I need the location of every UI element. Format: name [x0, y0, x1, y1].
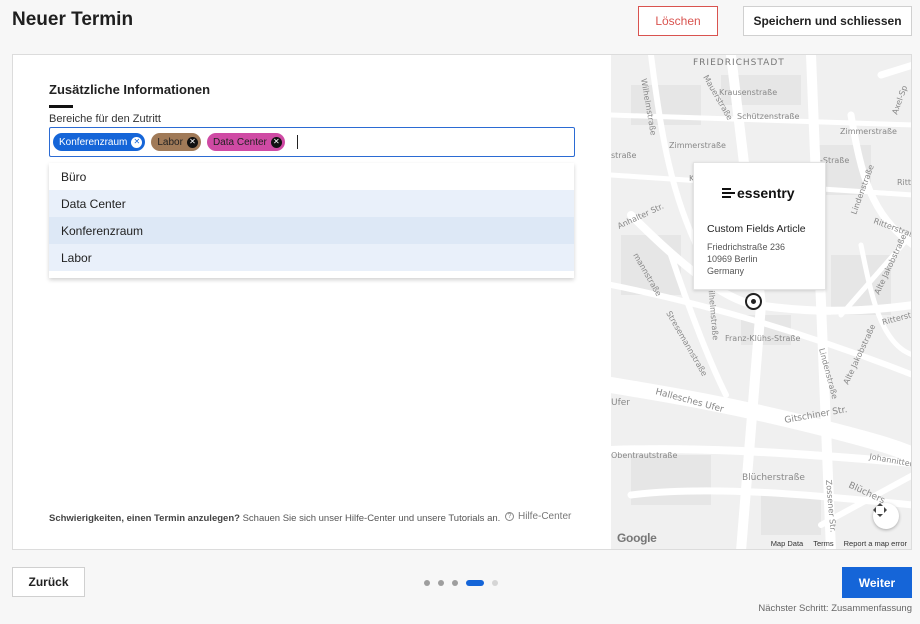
tag-label: Data Center	[212, 136, 267, 148]
access-areas-label: Bereiche für den Zutritt	[49, 113, 161, 125]
help-center-label: Hilfe-Center	[518, 511, 572, 522]
map-label-district: FRIEDRICHSTADT	[693, 58, 785, 68]
remove-tag-icon[interactable]: ✕	[131, 136, 143, 148]
form-panel: Zusätzliche Informationen Bereiche für d…	[13, 55, 611, 549]
location-title: Custom Fields Article	[707, 223, 806, 235]
map-data-link[interactable]: Map Data	[771, 539, 804, 548]
map-street-label: Schützenstraße	[737, 112, 799, 121]
map-street-label: Krausenstraße	[719, 88, 777, 97]
address-line: Friedrichstraße 236	[707, 242, 786, 252]
section-divider	[49, 105, 73, 108]
option-labor[interactable]: Labor	[49, 244, 574, 271]
step-dot	[452, 580, 458, 586]
help-text: Schwierigkeiten, einen Termin anzulegen?…	[49, 513, 579, 524]
map-street-label: Franz-Klühs-Straße	[725, 334, 800, 343]
location-pin-icon[interactable]	[745, 293, 762, 310]
report-map-error-link[interactable]: Report a map error	[844, 539, 907, 548]
access-areas-multiselect[interactable]: Konferenzraum ✕ Labor ✕ Data Center ✕	[49, 127, 575, 157]
logo-text: essentry	[737, 185, 795, 201]
next-step-hint: Nächster Schritt: Zusammenfassung	[758, 603, 912, 614]
section-title: Zusätzliche Informationen	[49, 82, 211, 97]
save-and-close-button[interactable]: Speichern und schliessen	[743, 6, 912, 36]
options-dropdown: Büro Data Center Konferenzraum Labor	[49, 163, 574, 278]
tag-konferenzraum: Konferenzraum ✕	[53, 133, 146, 151]
tag-labor: Labor ✕	[151, 133, 201, 151]
text-cursor[interactable]	[296, 135, 298, 149]
tag-label: Konferenzraum	[59, 136, 128, 148]
map-street-label: Ufer	[611, 398, 630, 408]
option-data-center[interactable]: Data Center	[49, 190, 574, 217]
location-info-card: essentry Custom Fields Article Friedrich…	[693, 162, 826, 290]
address-line: 10969 Berlin	[707, 254, 758, 264]
map-street-label: Ritte	[897, 178, 912, 187]
essentry-logo-icon	[722, 187, 735, 199]
google-logo: Google	[617, 531, 657, 545]
address-line: Germany	[707, 266, 745, 276]
remove-tag-icon[interactable]: ✕	[186, 136, 198, 148]
step-dot	[492, 580, 498, 586]
map-street-label: Zimmerstraße	[669, 141, 726, 150]
back-button[interactable]: Zurück	[12, 567, 85, 597]
location-map[interactable]: FRIEDRICHSTADT Krausenstraße Schützenstr…	[611, 55, 912, 549]
page-title: Neuer Termin	[12, 9, 134, 30]
question-icon: ?	[505, 512, 514, 521]
help-text-body: Schauen Sie sich unser Hilfe-Center und …	[239, 513, 501, 524]
map-attribution: Map Data Terms Report a map error	[771, 539, 907, 548]
map-street-label: Obentrautstraße	[611, 451, 677, 460]
option-buero[interactable]: Büro	[49, 163, 574, 190]
remove-tag-icon[interactable]: ✕	[270, 136, 282, 148]
step-dot	[424, 580, 430, 586]
essentry-logo: essentry	[722, 185, 795, 201]
step-dot	[438, 580, 444, 586]
help-text-bold: Schwierigkeiten, einen Termin anzulegen?	[49, 513, 240, 524]
tag-data-center: Data Center ✕	[206, 133, 285, 151]
terms-link[interactable]: Terms	[813, 539, 833, 548]
next-button[interactable]: Weiter	[842, 567, 912, 598]
map-street-label: Zimmerstraße	[840, 127, 897, 136]
help-center-link[interactable]: ? Hilfe-Center	[505, 511, 571, 522]
step-dot-active	[466, 580, 484, 586]
map-street-label: straße	[611, 151, 637, 160]
map-street-label: Blücherstraße	[742, 473, 805, 483]
delete-button[interactable]: Löschen	[638, 6, 718, 36]
appointment-card: Zusätzliche Informationen Bereiche für d…	[12, 54, 912, 550]
tag-label: Labor	[157, 136, 183, 148]
fullscreen-icon[interactable]	[873, 503, 899, 529]
location-address: Friedrichstraße 236 10969 Berlin Germany	[707, 241, 785, 277]
step-indicator	[424, 580, 498, 586]
option-konferenzraum[interactable]: Konferenzraum	[49, 217, 574, 244]
